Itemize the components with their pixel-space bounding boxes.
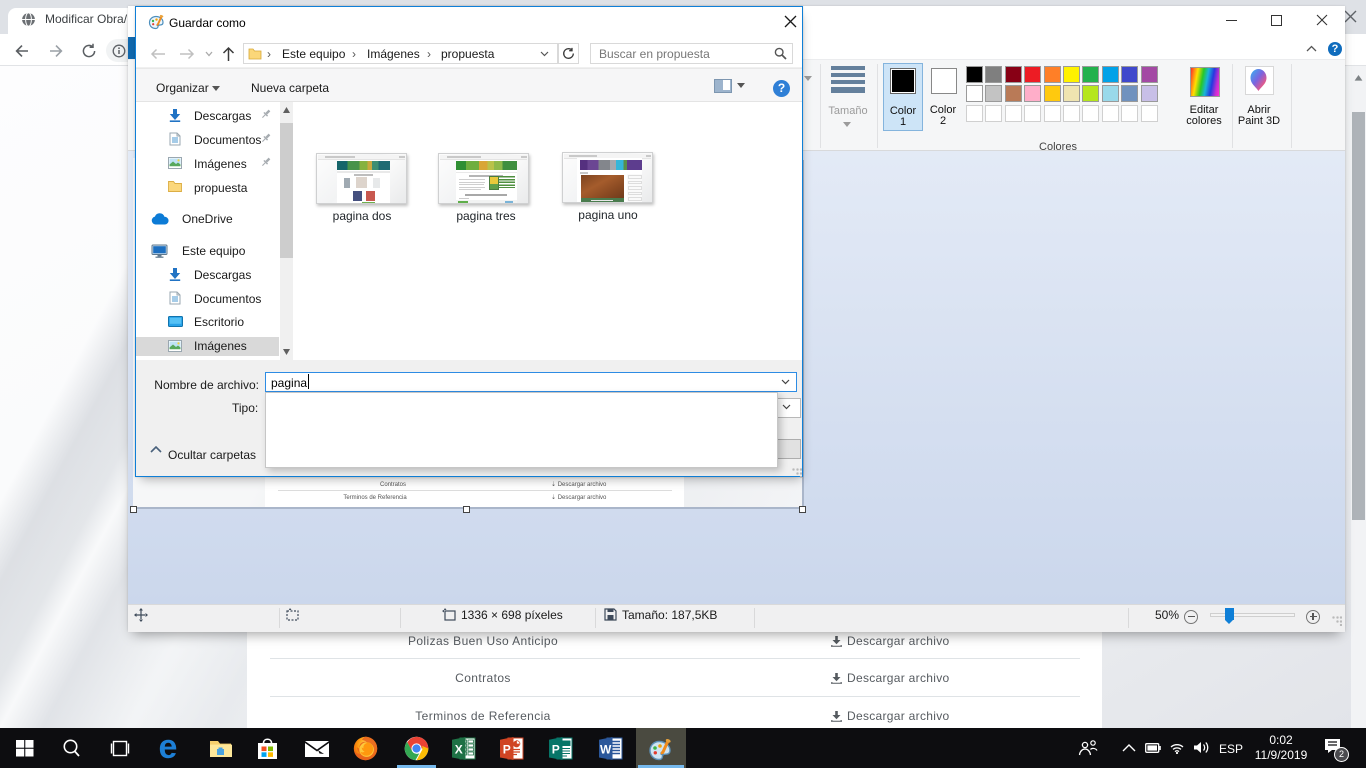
svg-text:P: P [552,743,560,757]
svg-text:W: W [600,743,612,757]
svg-text:P: P [503,743,511,757]
svg-text:X: X [455,743,463,757]
